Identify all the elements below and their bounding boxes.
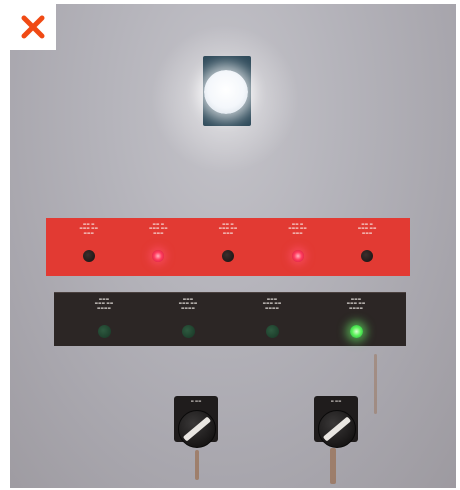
indicator-label-decor: ▬▬ ▬ ▬▬▬ ▬▬ ▬▬▬ xyxy=(288,222,307,235)
indicator-label-decor: ▬▬ ▬ ▬▬▬ ▬▬ ▬▬▬ xyxy=(218,222,238,235)
indicator-led xyxy=(349,325,363,338)
red-indicator-4: ▬▬ ▬ ▬▬▬ ▬▬ ▬▬▬ xyxy=(266,222,330,262)
green-indicator-4: ▬▬▬ ▬▬▬ ▬▬ ▬▬▬▬ xyxy=(324,297,388,338)
red-indicator-3: ▬▬ ▬ ▬▬▬ ▬▬ ▬▬▬ xyxy=(196,222,260,262)
red-indicator-2: ▬▬ ▬ ▬▬▬ ▬▬ ▬▬▬ xyxy=(126,222,190,262)
indicator-label-decor: ▬▬▬ ▬▬▬ ▬▬ ▬▬▬▬ xyxy=(178,297,198,310)
rust-stain xyxy=(195,450,199,480)
indicator-led xyxy=(221,250,234,262)
indicator-label-decor: ▬▬ ▬ ▬▬▬ ▬▬ ▬▬▬ xyxy=(79,222,99,235)
indicator-led xyxy=(291,250,304,262)
indicator-led xyxy=(97,325,111,338)
indicator-label-decor: ▬▬ ▬ ▬▬▬ ▬▬ ▬▬▬ xyxy=(149,222,168,235)
control-panel-photo: ▬▬ ▬ ▬▬▬ ▬▬ ▬▬▬ ▬▬ ▬ ▬▬▬ ▬▬ ▬▬▬ ▬▬ ▬ ▬▬▬ ▬▬ ▬▬… xyxy=(10,4,456,488)
selector-switch-right: ▬ ▬▬ xyxy=(314,396,358,458)
close-icon xyxy=(21,15,45,39)
green-indicator-3: ▬▬▬ ▬▬▬ ▬▬ ▬▬▬▬ xyxy=(240,297,304,338)
selector-switch-left: ▬ ▬▬ xyxy=(174,396,218,458)
red-indicator-5: ▬▬ ▬ ▬▬▬ ▬▬ ▬▬▬ xyxy=(335,222,399,262)
switch-plate-marking: ▬ ▬▬ xyxy=(330,399,342,403)
indicator-label-decor: ▬▬ ▬ ▬▬▬ ▬▬ ▬▬▬ xyxy=(357,222,377,235)
green-indicator-2: ▬▬▬ ▬▬▬ ▬▬ ▬▬▬▬ xyxy=(156,297,220,338)
indicator-label-decor: ▬▬▬ ▬▬▬ ▬▬ ▬▬▬▬ xyxy=(94,297,114,310)
indicator-led xyxy=(361,250,374,262)
indicator-label-decor: ▬▬▬ ▬▬▬ ▬▬ ▬▬▬▬ xyxy=(262,297,282,310)
green-indicator-1: ▬▬▬ ▬▬▬ ▬▬ ▬▬▬▬ xyxy=(72,297,136,338)
switch-knob xyxy=(318,410,356,448)
close-button[interactable] xyxy=(10,4,56,50)
switch-plate-marking: ▬ ▬▬ xyxy=(190,399,202,403)
red-indicator-1: ▬▬ ▬ ▬▬▬ ▬▬ ▬▬▬ xyxy=(57,222,121,262)
indicator-led xyxy=(181,325,195,338)
green-indicator-strip: ▬▬▬ ▬▬▬ ▬▬ ▬▬▬▬ ▬▬▬ ▬▬▬ ▬▬ ▬▬▬▬ ▬▬▬ ▬▬▬ ▬▬ ▬▬▬… xyxy=(54,292,406,346)
rust-stain xyxy=(374,354,377,414)
indicator-led xyxy=(265,325,279,338)
indicator-led xyxy=(82,250,95,262)
pilot-light-lamp xyxy=(204,70,248,114)
indicator-label-decor: ▬▬▬ ▬▬▬ ▬▬ ▬▬▬▬ xyxy=(346,297,366,310)
rust-stain xyxy=(330,448,336,484)
red-indicator-strip: ▬▬ ▬ ▬▬▬ ▬▬ ▬▬▬ ▬▬ ▬ ▬▬▬ ▬▬ ▬▬▬ ▬▬ ▬ ▬▬▬ ▬▬ ▬▬… xyxy=(46,218,410,276)
switch-knob xyxy=(178,410,216,448)
indicator-led xyxy=(152,250,165,262)
